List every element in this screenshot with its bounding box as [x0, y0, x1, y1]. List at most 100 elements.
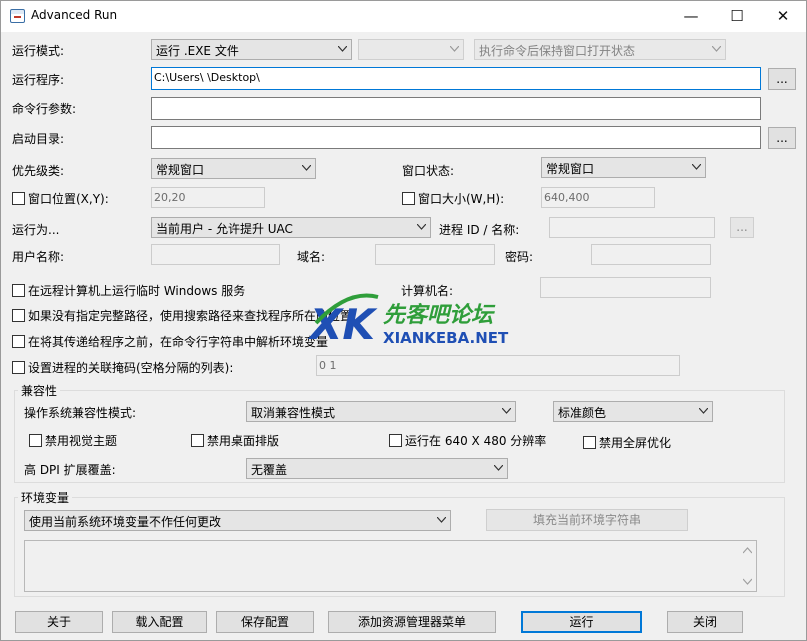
disable-visual-themes-label: 禁用视觉主题: [45, 434, 118, 448]
scroll-up-icon[interactable]: [743, 547, 752, 554]
window-state-select[interactable]: 常规窗口: [541, 157, 706, 178]
cmd-args-label: 命令行参数:: [12, 102, 77, 116]
domain-input[interactable]: [375, 244, 495, 265]
run-as-select[interactable]: 当前用户 - 允许提升 UAC: [151, 217, 431, 238]
color-select[interactable]: 标准颜色: [553, 401, 713, 422]
keep-window-value: 执行命令后保持窗口打开状态: [479, 44, 636, 58]
program-path-input[interactable]: C:\Users\ \Desktop\: [151, 67, 761, 90]
affinity-input[interactable]: 0 1: [316, 355, 680, 376]
chevron-down-icon: [699, 408, 708, 416]
priority-select[interactable]: 常规窗口: [151, 158, 316, 179]
disable-visual-themes-checkbox[interactable]: 禁用视觉主题: [29, 432, 117, 449]
domain-label: 域名:: [297, 250, 326, 264]
chevron-down-icon: [417, 224, 426, 232]
keep-window-select[interactable]: 执行命令后保持窗口打开状态: [474, 39, 726, 60]
app-icon: [10, 9, 25, 23]
username-label: 用户名称:: [12, 250, 65, 264]
window-pos-checkbox[interactable]: 窗口位置(X,Y):: [12, 190, 109, 207]
checkbox-box: [402, 192, 415, 205]
about-button[interactable]: 关于: [15, 611, 103, 633]
priority-value: 常规窗口: [156, 163, 205, 177]
checkbox-box: [12, 361, 25, 374]
run-mode-select[interactable]: 运行 .EXE 文件: [151, 39, 352, 60]
chevron-down-icon: [450, 46, 459, 54]
checkbox-box: [12, 309, 25, 322]
checkbox-box: [12, 335, 25, 348]
remote-service-label: 在远程计算机上运行临时 Windows 服务: [28, 284, 246, 298]
search-path-label: 如果没有指定完整路径，使用搜索路径来查找程序所在的位置: [28, 309, 353, 323]
checkbox-box: [12, 284, 25, 297]
env-mode-select[interactable]: 使用当前系统环境变量不作任何更改: [24, 510, 451, 531]
run-as-label: 运行为...: [12, 223, 60, 237]
checkbox-box: [12, 192, 25, 205]
scroll-down-icon[interactable]: [743, 578, 752, 585]
computer-name-input[interactable]: [540, 277, 711, 298]
program-label: 运行程序:: [12, 73, 65, 87]
chevron-down-icon: [712, 46, 721, 54]
maximize-button[interactable]: ☐: [714, 1, 760, 32]
env-textarea[interactable]: [24, 540, 757, 592]
close-window-button[interactable]: ✕: [760, 1, 806, 32]
run-mode-label: 运行模式:: [12, 44, 65, 58]
watermark: XK 先客吧论坛 XIANKEBA.NET: [307, 291, 508, 351]
affinity-label: 设置进程的关联掩码(空格分隔的列表):: [28, 361, 234, 375]
window-state-label: 窗口状态:: [402, 164, 455, 178]
username-input[interactable]: [151, 244, 280, 265]
run-640x480-label: 运行在 640 X 480 分辨率: [405, 434, 547, 448]
chevron-down-icon: [692, 164, 701, 172]
save-config-button[interactable]: 保存配置: [216, 611, 314, 633]
env-group-title: 环境变量: [18, 489, 73, 506]
parse-env-label: 在将其传递给程序之前，在命令行字符串中解析环境变量: [28, 335, 329, 349]
advanced-run-window: Advanced Run — ☐ ✕ 运行模式: 运行 .EXE 文件 执行命令…: [0, 0, 807, 641]
window-title: Advanced Run: [31, 8, 118, 22]
window-size-checkbox[interactable]: 窗口大小(W,H):: [402, 190, 504, 207]
watermark-name: 先客吧论坛: [383, 303, 494, 328]
high-dpi-value: 无覆盖: [251, 463, 288, 477]
process-id-input[interactable]: [549, 217, 715, 238]
title-bar: Advanced Run — ☐ ✕: [1, 1, 806, 32]
add-explorer-menu-button[interactable]: 添加资源管理器菜单: [328, 611, 496, 633]
high-dpi-select[interactable]: 无覆盖: [246, 458, 508, 479]
close-button[interactable]: 关闭: [667, 611, 743, 633]
cmd-args-input[interactable]: [151, 97, 761, 120]
checkbox-box: [389, 434, 402, 447]
checkbox-box: [583, 436, 596, 449]
window-size-input[interactable]: 640,400: [541, 187, 655, 208]
window-size-label: 窗口大小(W,H):: [418, 192, 505, 206]
high-dpi-label: 高 DPI 扩展覆盖:: [24, 463, 116, 477]
compat-group-title: 兼容性: [18, 382, 61, 399]
chevron-down-icon: [302, 165, 311, 173]
disable-fullscreen-opt-checkbox[interactable]: 禁用全屏优化: [583, 434, 671, 451]
process-browse-button[interactable]: ...: [730, 217, 754, 238]
chevron-down-icon: [338, 46, 347, 54]
load-config-button[interactable]: 载入配置: [112, 611, 207, 633]
os-compat-label: 操作系统兼容性模式:: [24, 406, 137, 420]
parse-env-checkbox[interactable]: 在将其传递给程序之前，在命令行字符串中解析环境变量: [12, 333, 328, 350]
env-mode-value: 使用当前系统环境变量不作任何更改: [29, 515, 222, 529]
start-dir-input[interactable]: [151, 126, 761, 149]
remote-service-checkbox[interactable]: 在远程计算机上运行临时 Windows 服务: [12, 282, 245, 299]
run-button[interactable]: 运行: [521, 611, 642, 633]
start-dir-browse-button[interactable]: ...: [768, 127, 796, 149]
fill-env-button[interactable]: 填充当前环境字符串: [486, 509, 688, 531]
disable-desktop-composition-checkbox[interactable]: 禁用桌面排版: [191, 432, 279, 449]
env-scrollbar[interactable]: [739, 541, 756, 591]
minimize-button[interactable]: —: [668, 1, 714, 32]
os-compat-select[interactable]: 取消兼容性模式: [246, 401, 516, 422]
window-pos-input[interactable]: 20,20: [151, 187, 265, 208]
password-label: 密码:: [505, 250, 534, 264]
password-input[interactable]: [591, 244, 711, 265]
run-mode-second-select[interactable]: [358, 39, 464, 60]
run-mode-value: 运行 .EXE 文件: [156, 44, 239, 58]
window-state-value: 常规窗口: [546, 162, 595, 176]
priority-label: 优先级类:: [12, 164, 65, 178]
disable-desktop-composition-label: 禁用桌面排版: [207, 434, 280, 448]
process-id-label: 进程 ID / 名称:: [439, 223, 520, 237]
search-path-checkbox[interactable]: 如果没有指定完整路径，使用搜索路径来查找程序所在的位置: [12, 307, 352, 324]
program-browse-button[interactable]: ...: [768, 68, 796, 90]
chevron-down-icon: [437, 517, 446, 525]
chevron-down-icon: [502, 408, 511, 416]
os-compat-value: 取消兼容性模式: [251, 406, 336, 420]
run-640x480-checkbox[interactable]: 运行在 640 X 480 分辨率: [389, 432, 546, 449]
affinity-checkbox[interactable]: 设置进程的关联掩码(空格分隔的列表):: [12, 359, 233, 376]
